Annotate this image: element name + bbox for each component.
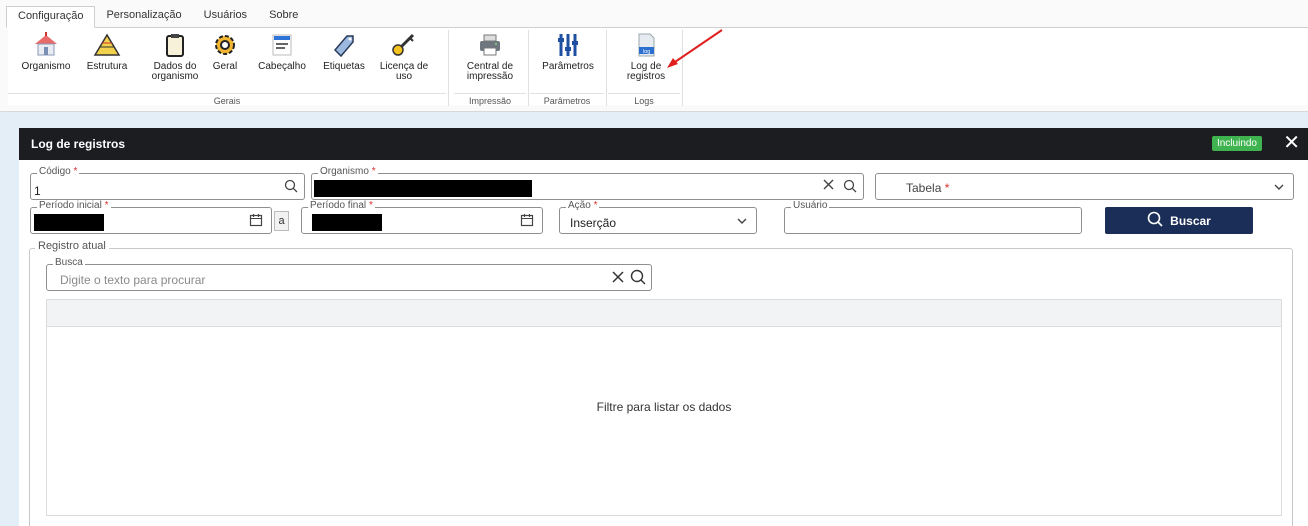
redacted-value	[312, 214, 382, 231]
acao-label: Ação *	[566, 200, 600, 212]
busca-placeholder: Digite o texto para procurar	[60, 273, 206, 287]
dados-label-line2: organismo	[151, 71, 199, 82]
dialog-title: Log de registros	[31, 137, 126, 151]
busca-field[interactable]: Busca Digite o texto para procurar	[46, 257, 652, 291]
sliders-icon	[551, 30, 585, 60]
buscar-button[interactable]: Buscar	[1105, 207, 1253, 234]
licenca-label-line2: uso	[395, 71, 413, 82]
group-gerais-label: Gerais	[8, 93, 446, 106]
tabela-placeholder: Tabela *	[906, 181, 950, 195]
pyramid-icon	[90, 30, 124, 60]
search-icon[interactable]	[843, 179, 857, 196]
periodo-inicial-field[interactable]: Período inicial *	[30, 200, 272, 234]
log-icon-text: log	[643, 49, 651, 55]
search-icon[interactable]	[630, 269, 646, 288]
tab-usuarios[interactable]: Usuários	[193, 6, 258, 28]
log-file-icon: log	[629, 30, 663, 60]
search-icon[interactable]	[284, 179, 298, 196]
organismo-field-label: Organismo *	[318, 166, 378, 178]
redacted-value	[314, 180, 532, 197]
organismo-label: Organismo	[21, 61, 71, 72]
log-label-line2: registros	[626, 71, 666, 82]
parametros-button[interactable]: Parâmetros	[536, 30, 600, 92]
acao-select[interactable]: Ação * Inserção	[559, 200, 757, 234]
codigo-label: Código *	[37, 166, 80, 178]
periodo-inicial-label: Período inicial *	[37, 200, 111, 212]
chevron-down-icon[interactable]	[736, 214, 748, 230]
dados-organismo-label: Dados do organismo	[152, 62, 199, 82]
geral-label: Geral	[212, 61, 238, 72]
calendar-icon[interactable]	[249, 213, 263, 230]
tab-personalizacao[interactable]: Personalização	[95, 6, 192, 28]
ribbon-tabs: Configuração Personalização Usuários Sob…	[6, 6, 309, 28]
codigo-field[interactable]: Código * 1	[30, 166, 305, 200]
licenca-label: Licença de uso	[380, 62, 428, 82]
gear-icon	[208, 30, 242, 60]
building-icon	[29, 30, 63, 60]
registro-atual-legend: Registro atual	[35, 240, 109, 252]
header-doc-icon	[265, 30, 299, 60]
codigo-value: 1	[34, 184, 41, 198]
etiquetas-label: Etiquetas	[323, 61, 365, 72]
group-divider	[528, 30, 529, 106]
search-icon	[1147, 211, 1163, 231]
tab-sobre[interactable]: Sobre	[258, 6, 309, 28]
usuario-field[interactable]: Usuário	[784, 200, 1082, 234]
date-range-separator: a	[274, 211, 289, 231]
printer-icon	[473, 30, 507, 60]
dialog-header: Log de registros Incluindo ✕	[19, 128, 1308, 160]
etiquetas-button[interactable]: Etiquetas	[320, 30, 368, 92]
usuario-label: Usuário	[791, 200, 830, 212]
central-label-line2: impressão	[466, 71, 514, 82]
group-divider	[606, 30, 607, 106]
organismo-field[interactable]: Organismo *	[311, 166, 864, 200]
ribbon-body: Organismo Estrutura Dados do organismo Ge…	[8, 27, 1308, 106]
busca-label: Busca	[53, 257, 85, 269]
key-icon	[387, 30, 421, 60]
grid-header	[47, 300, 1281, 327]
chevron-down-icon[interactable]	[1273, 180, 1285, 196]
clipboard-icon	[158, 30, 192, 60]
tab-configuracao[interactable]: Configuração	[6, 6, 96, 28]
cabecalho-button[interactable]: Cabeçalho	[254, 30, 310, 92]
estrutura-label: Estrutura	[86, 61, 128, 72]
close-icon[interactable]: ✕	[1283, 132, 1300, 154]
group-logs-label: Logs	[608, 93, 680, 106]
parametros-label: Parâmetros	[542, 61, 594, 72]
ribbon: Configuração Personalização Usuários Sob…	[0, 0, 1308, 112]
status-badge: Incluindo	[1211, 136, 1262, 151]
calendar-icon[interactable]	[520, 213, 534, 230]
licenca-button[interactable]: Licença de uso	[378, 30, 430, 92]
data-grid: Filtre para listar os dados	[46, 299, 1282, 516]
organismo-button[interactable]: Organismo	[20, 30, 72, 92]
central-impressao-label: Central de impressão	[467, 62, 513, 82]
group-impressao-label: Impressão	[454, 93, 526, 106]
periodo-final-label: Período final *	[308, 200, 375, 212]
empty-message: Filtre para listar os dados	[596, 400, 732, 414]
redacted-value	[34, 214, 104, 231]
log-registros-label: Log de registros	[627, 62, 665, 82]
central-impressao-button[interactable]: Central de impressão	[460, 30, 520, 92]
dados-organismo-button[interactable]: Dados do organismo	[148, 30, 202, 92]
tag-icon	[327, 30, 361, 60]
group-divider	[448, 30, 449, 106]
acao-value: Inserção	[570, 216, 617, 230]
cabecalho-label: Cabeçalho	[258, 61, 306, 72]
group-parametros-label: Parâmetros	[530, 93, 604, 106]
tabela-select[interactable]: Tabela *	[875, 173, 1294, 200]
estrutura-button[interactable]: Estrutura	[80, 30, 134, 92]
buscar-label: Buscar	[1170, 213, 1211, 228]
clear-icon[interactable]	[822, 178, 835, 194]
clear-icon[interactable]	[611, 270, 625, 287]
annotation-arrow-icon	[667, 29, 723, 68]
log-registros-dialog: Log de registros Incluindo ✕ Código * 1 …	[19, 128, 1308, 526]
geral-button[interactable]: Geral	[208, 30, 242, 92]
periodo-final-field[interactable]: Período final *	[301, 200, 543, 234]
